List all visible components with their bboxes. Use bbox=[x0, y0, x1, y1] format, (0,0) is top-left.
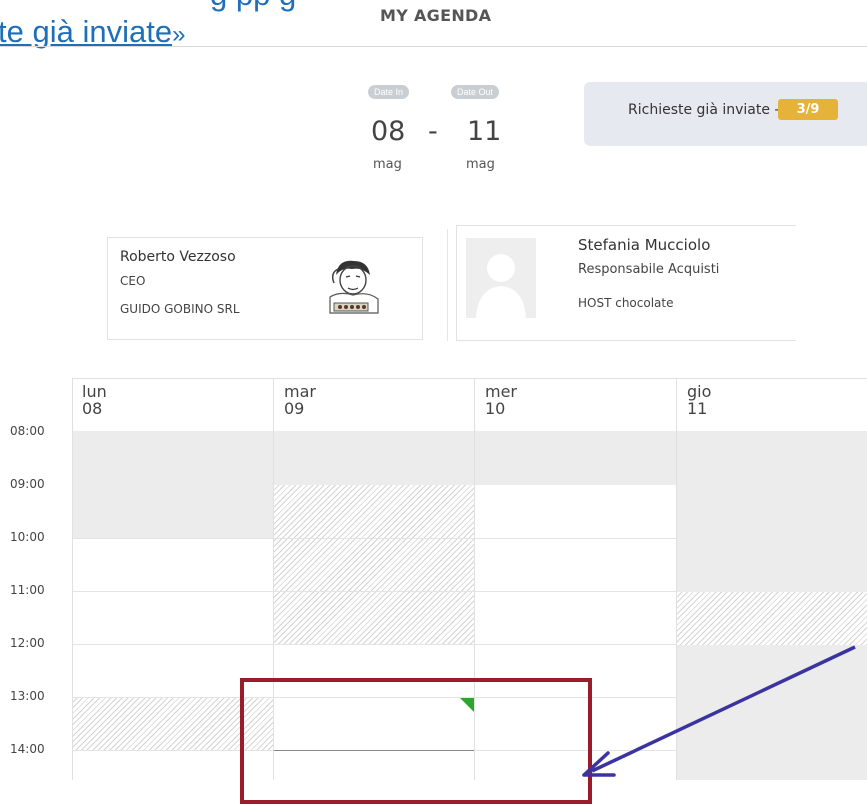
time-label: 12:00 bbox=[10, 636, 45, 650]
person-company: GUIDO GOBINO SRL bbox=[120, 302, 240, 316]
person-role: CEO bbox=[120, 274, 146, 288]
hour-line bbox=[73, 538, 677, 539]
day-header-mar: mar 09 bbox=[284, 383, 316, 417]
time-label: 08:00 bbox=[10, 424, 45, 438]
unavailable-slot-gio bbox=[677, 485, 867, 592]
chevron-right-icon: » bbox=[172, 21, 186, 48]
sent-requests-link-text[interactable]: te già inviate bbox=[0, 14, 172, 49]
person-role: Responsabile Acquisti bbox=[578, 262, 720, 277]
column-border bbox=[72, 378, 73, 780]
unavailable-slot-band bbox=[73, 431, 867, 485]
clipped-heading-text: g pp g bbox=[210, 0, 296, 13]
day-number: 09 bbox=[284, 399, 305, 418]
annotation-arrow-icon bbox=[582, 645, 856, 777]
hour-line bbox=[73, 591, 677, 592]
date-in-month: mag bbox=[373, 157, 402, 172]
header-divider bbox=[0, 46, 867, 47]
time-label: 14:00 bbox=[10, 742, 45, 756]
time-label: 11:00 bbox=[10, 583, 45, 597]
date-out-day: 11 bbox=[467, 116, 502, 147]
day-name: mar bbox=[284, 382, 316, 401]
time-label: 09:00 bbox=[10, 477, 45, 491]
day-header-mer: mer 10 bbox=[485, 383, 517, 417]
day-name: gio bbox=[687, 382, 712, 401]
date-out-pill: Date Out bbox=[451, 85, 500, 99]
day-header-gio: gio 11 bbox=[687, 383, 711, 417]
person-name: Stefania Mucciolo bbox=[578, 236, 711, 254]
busy-slot-mar bbox=[274, 485, 474, 645]
day-number: 11 bbox=[687, 399, 708, 418]
person-company: HOST chocolate bbox=[578, 296, 674, 310]
card-divider bbox=[447, 229, 448, 341]
date-out-month: mag bbox=[466, 157, 495, 172]
day-number: 10 bbox=[485, 399, 506, 418]
sent-requests-label[interactable]: Richieste già inviate - bbox=[628, 102, 779, 118]
day-name: mer bbox=[485, 382, 518, 401]
page-title: MY AGENDA bbox=[380, 6, 492, 25]
sketch-portrait-icon bbox=[316, 253, 388, 325]
unavailable-slot-lun bbox=[73, 485, 273, 538]
date-separator: - bbox=[428, 116, 438, 147]
day-number: 08 bbox=[82, 399, 103, 418]
date-in-pill: Date In bbox=[368, 85, 410, 99]
calendar-top-border bbox=[72, 378, 867, 379]
highlight-box bbox=[240, 678, 592, 804]
day-header-lun: lun 08 bbox=[82, 383, 107, 417]
time-label: 10:00 bbox=[10, 530, 45, 544]
time-label: 13:00 bbox=[10, 689, 45, 703]
date-in-day: 08 bbox=[371, 116, 406, 147]
sent-requests-count-badge[interactable]: 3/9 bbox=[778, 99, 838, 120]
day-name: lun bbox=[82, 382, 107, 401]
default-user-icon bbox=[466, 238, 536, 318]
sent-requests-link[interactable]: te già inviate» bbox=[0, 14, 185, 50]
person-name: Roberto Vezzoso bbox=[120, 249, 236, 265]
